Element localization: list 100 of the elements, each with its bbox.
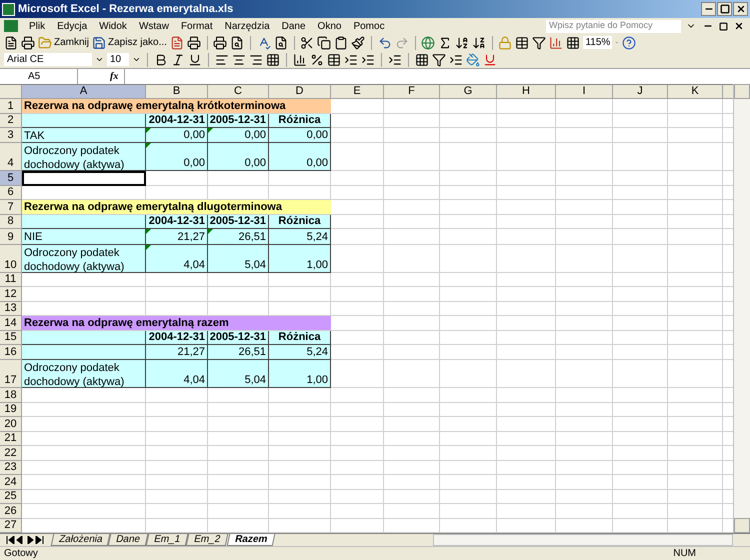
spreadsheet-cell[interactable] [556, 345, 613, 360]
spreadsheet-cell[interactable] [440, 171, 497, 186]
menu-item[interactable]: Plik [24, 18, 50, 34]
spreadsheet-cell[interactable] [269, 272, 331, 288]
spreadsheet-cell[interactable] [613, 432, 668, 446]
column-header[interactable]: A [22, 85, 146, 99]
spreadsheet-cell[interactable] [208, 475, 269, 490]
spreadsheet-cell[interactable] [556, 432, 613, 446]
spreadsheet-cell[interactable] [668, 186, 723, 200]
spreadsheet-cell[interactable] [497, 214, 556, 230]
paste-icon[interactable] [334, 36, 348, 50]
spreadsheet-cell[interactable] [668, 490, 723, 504]
row-header[interactable]: 13 [0, 302, 22, 316]
spreadsheet-cell[interactable] [384, 143, 440, 172]
merge-cells-icon[interactable] [266, 52, 280, 66]
column-header[interactable]: C [208, 85, 269, 99]
spreadsheet-cell[interactable] [440, 143, 497, 172]
row-header[interactable]: 27 [0, 518, 22, 534]
bold-icon[interactable] [154, 52, 168, 66]
sheet-tab[interactable]: Razem [226, 534, 276, 546]
spreadsheet-cell[interactable] [269, 388, 331, 403]
column-header[interactable]: I [556, 85, 613, 99]
spreadsheet-cell[interactable] [613, 214, 668, 230]
spreadsheet-cell[interactable] [497, 287, 556, 302]
spreadsheet-cell[interactable] [556, 316, 613, 331]
print-icon[interactable] [213, 36, 228, 50]
spreadsheet-cell[interactable] [331, 272, 384, 288]
spreadsheet-cell[interactable] [556, 287, 613, 302]
spreadsheet-cell[interactable] [384, 171, 440, 186]
spreadsheet-cell[interactable] [613, 244, 668, 273]
spreadsheet-cell[interactable] [269, 504, 331, 519]
spreadsheet-cell[interactable] [384, 114, 440, 128]
spreadsheet-cell[interactable] [668, 475, 723, 490]
spreadsheet-cell[interactable] [556, 330, 613, 346]
spreadsheet-cell[interactable] [208, 432, 269, 446]
align-left-icon[interactable] [215, 52, 229, 66]
menu-item[interactable]: Pomoc [348, 18, 390, 34]
close-icon[interactable] [734, 21, 744, 31]
spreadsheet-cell[interactable] [384, 490, 440, 504]
spreadsheet-cell[interactable] [556, 302, 613, 316]
align-right-icon[interactable] [249, 52, 263, 66]
row-header[interactable]: 20 [0, 417, 22, 432]
spreadsheet-cell[interactable] [22, 460, 146, 476]
spreadsheet-cell[interactable] [497, 360, 556, 388]
spreadsheet-cell[interactable] [331, 402, 384, 418]
spreadsheet-cell[interactable] [613, 446, 668, 461]
spreadsheet-cell[interactable] [440, 388, 497, 403]
spreadsheet-cell[interactable] [384, 272, 440, 288]
spreadsheet-cell[interactable] [668, 244, 723, 273]
menu-item[interactable]: Edycja [52, 18, 92, 34]
spreadsheet-cell[interactable] [440, 432, 497, 446]
spreadsheet-cell[interactable] [556, 460, 613, 476]
spreadsheet-cell[interactable] [331, 475, 384, 490]
spreadsheet-cell[interactable] [384, 316, 440, 331]
spreadsheet-cell[interactable] [668, 99, 723, 114]
spreadsheet-cell[interactable] [556, 388, 613, 403]
spreadsheet-cell[interactable] [613, 186, 668, 200]
spreadsheet-cell[interactable] [556, 114, 613, 128]
copy-icon[interactable] [317, 36, 332, 50]
spreadsheet-cell[interactable] [497, 388, 556, 403]
spreadsheet-cell[interactable] [497, 504, 556, 519]
spreadsheet-cell[interactable] [384, 186, 440, 200]
spreadsheet-cell[interactable] [556, 360, 613, 388]
spreadsheet-cell[interactable] [384, 504, 440, 519]
spreadsheet-cell[interactable] [22, 475, 146, 490]
spreadsheet-cell[interactable] [146, 171, 208, 186]
spreadsheet-cell[interactable] [556, 244, 613, 273]
restore-button[interactable] [717, 2, 732, 16]
spreadsheet-cell[interactable] [208, 460, 269, 476]
row-header[interactable]: 14 [0, 316, 22, 331]
spreadsheet-cell[interactable] [331, 446, 384, 461]
spreadsheet-cell[interactable] [613, 287, 668, 302]
menu-item[interactable]: Narzędzia [220, 18, 275, 34]
spreadsheet-cell[interactable] [440, 128, 497, 144]
column-header[interactable]: F [384, 85, 440, 99]
spreadsheet-cell[interactable] [613, 114, 668, 128]
spreadsheet-cell[interactable] [668, 200, 723, 215]
row-header[interactable]: 12 [0, 287, 22, 302]
spreadsheet-cell[interactable] [331, 287, 384, 302]
align-center-icon[interactable] [232, 52, 246, 66]
active-cell[interactable] [22, 171, 146, 186]
spreadsheet-cell[interactable] [613, 417, 668, 432]
spreadsheet-cell[interactable] [556, 200, 613, 215]
spreadsheet-cell[interactable] [613, 475, 668, 490]
spreadsheet-cell[interactable] [384, 287, 440, 302]
spreadsheet-cell[interactable] [668, 128, 723, 144]
spreadsheet-cell[interactable] [384, 460, 440, 476]
close-icon[interactable] [736, 4, 746, 14]
spreadsheet-cell[interactable] [668, 302, 723, 316]
spreadsheet-cell[interactable] [208, 490, 269, 504]
spreadsheet-cell[interactable] [384, 402, 440, 418]
font-field[interactable]: Arial CE [4, 53, 92, 66]
spreadsheet-cell[interactable] [668, 446, 723, 461]
spreadsheet-cell[interactable] [497, 417, 556, 432]
spreadsheet-cell[interactable] [440, 99, 497, 114]
spreadsheet-cell[interactable] [208, 504, 269, 519]
spreadsheet-cell[interactable] [668, 504, 723, 519]
spreadsheet-cell[interactable] [613, 360, 668, 388]
spreadsheet-cell[interactable] [22, 402, 146, 418]
spreadsheet-cell[interactable] [22, 388, 146, 403]
